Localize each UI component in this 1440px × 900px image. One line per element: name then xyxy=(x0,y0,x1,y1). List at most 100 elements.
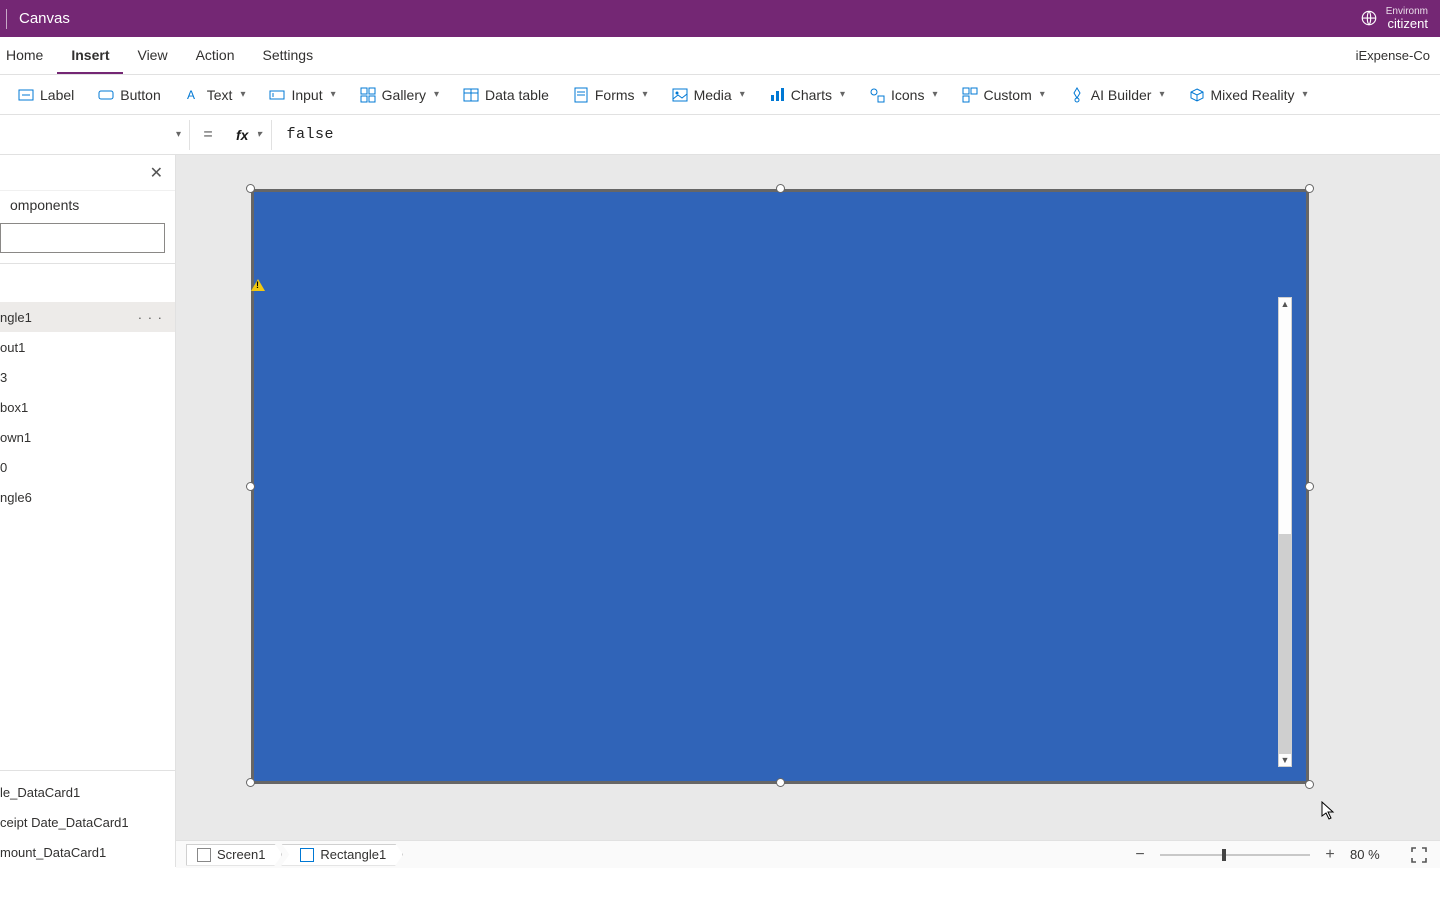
insert-button-text: Button xyxy=(120,87,160,103)
scroll-up-icon[interactable]: ▲ xyxy=(1279,298,1291,310)
insert-icons-text: Icons xyxy=(891,87,924,103)
insert-text-button[interactable]: A Text ▾ xyxy=(175,83,256,107)
aibuilder-icon xyxy=(1069,87,1085,103)
insert-forms-text: Forms xyxy=(595,87,635,103)
chevron-down-icon: ▾ xyxy=(1303,89,1308,100)
breadcrumb-control-label: Rectangle1 xyxy=(320,847,386,862)
tree-item[interactable]: own1 xyxy=(0,422,175,452)
tree-item-label: le_DataCard1 xyxy=(0,785,80,800)
zoom-percent: 80 % xyxy=(1350,847,1398,862)
scrollbar-thumb[interactable] xyxy=(1279,534,1291,754)
insert-aibuilder-text: AI Builder xyxy=(1091,87,1152,103)
insert-input-text: Input xyxy=(291,87,322,103)
insert-label-button[interactable]: Label xyxy=(8,83,84,107)
resize-handle-top-right[interactable] xyxy=(1305,184,1314,193)
insert-gallery-text: Gallery xyxy=(382,87,426,103)
insert-ribbon: Label Button A Text ▾ Input ▾ Gallery ▾ … xyxy=(0,75,1440,115)
insert-media-button[interactable]: Media ▾ xyxy=(662,83,755,107)
menu-action[interactable]: Action xyxy=(182,37,249,74)
zoom-in-button[interactable]: + xyxy=(1322,846,1338,864)
tree-item[interactable]: out1 xyxy=(0,332,175,362)
insert-mixedreality-text: Mixed Reality xyxy=(1211,87,1295,103)
tree-item[interactable]: 3 xyxy=(0,362,175,392)
icons-icon xyxy=(869,87,885,103)
svg-text:A: A xyxy=(187,88,195,102)
equals-sign: = xyxy=(198,126,218,144)
formula-input[interactable]: false xyxy=(280,126,1434,143)
menu-settings[interactable]: Settings xyxy=(249,37,328,74)
insert-mixedreality-button[interactable]: Mixed Reality ▾ xyxy=(1179,83,1318,107)
insert-datatable-button[interactable]: Data table xyxy=(453,83,559,107)
insert-text-text: Text xyxy=(207,87,233,103)
insert-forms-button[interactable]: Forms ▾ xyxy=(563,83,658,107)
chevron-down-icon: ▾ xyxy=(1159,89,1164,100)
button-icon xyxy=(98,87,114,103)
breadcrumb-control[interactable]: Rectangle1 xyxy=(281,844,403,866)
insert-custom-text: Custom xyxy=(984,87,1032,103)
menu-view[interactable]: View xyxy=(123,37,181,74)
zoom-slider-thumb[interactable] xyxy=(1222,849,1226,861)
rectangle-control[interactable] xyxy=(251,189,1309,784)
menu-insert[interactable]: Insert xyxy=(57,37,123,74)
zoom-slider[interactable] xyxy=(1160,854,1310,856)
resize-handle-bottom-left[interactable] xyxy=(246,778,255,787)
zoom-out-button[interactable]: − xyxy=(1132,846,1148,864)
title-bar: Canvas Environm citizent xyxy=(0,0,1440,37)
fx-button[interactable]: fx ▾ xyxy=(226,120,272,150)
insert-charts-text: Charts xyxy=(791,87,832,103)
breadcrumb: Screen1 Rectangle1 xyxy=(186,844,403,866)
resize-handle-mid-left[interactable] xyxy=(246,482,255,491)
fx-icon: fx xyxy=(236,127,248,143)
tree-item[interactable]: ceipt Date_DataCard1 xyxy=(0,807,175,837)
tree-item-label: ceipt Date_DataCard1 xyxy=(0,815,129,830)
insert-gallery-button[interactable]: Gallery ▾ xyxy=(350,83,449,107)
insert-charts-button[interactable]: Charts ▾ xyxy=(759,83,855,107)
tree-item[interactable]: ngle1 · · · xyxy=(0,302,175,332)
text-icon: A xyxy=(185,87,201,103)
insert-button-button[interactable]: Button xyxy=(88,83,170,107)
resize-handle-bottom-mid[interactable] xyxy=(776,778,785,787)
chevron-down-icon: ▾ xyxy=(256,129,261,140)
warning-icon[interactable] xyxy=(251,279,265,291)
status-bar: Screen1 Rectangle1 − + 80 % xyxy=(176,840,1440,868)
tree-item[interactable]: mount_DataCard1 xyxy=(0,837,175,867)
inner-scrollbar[interactable]: ▲ ▼ xyxy=(1278,297,1292,767)
media-icon xyxy=(672,87,688,103)
property-dropdown[interactable]: ▾ xyxy=(0,120,190,150)
insert-aibuilder-button[interactable]: AI Builder ▾ xyxy=(1059,83,1175,107)
fit-to-window-icon[interactable] xyxy=(1410,846,1428,864)
tree-item-label: ngle1 xyxy=(0,310,32,325)
environment-name: citizent xyxy=(1386,17,1428,31)
tree-item[interactable]: 0 xyxy=(0,452,175,482)
menu-home[interactable]: Home xyxy=(0,37,57,74)
tree-item[interactable]: ngle6 xyxy=(0,482,175,512)
breadcrumb-screen-label: Screen1 xyxy=(217,847,265,862)
more-icon[interactable]: · · · xyxy=(138,310,167,325)
chevron-down-icon: ▾ xyxy=(176,129,181,140)
environment-icon[interactable] xyxy=(1360,9,1378,27)
cursor-icon xyxy=(1321,801,1335,821)
resize-handle-bottom-right[interactable] xyxy=(1305,780,1314,789)
scroll-down-icon[interactable]: ▼ xyxy=(1279,754,1291,766)
chevron-down-icon: ▾ xyxy=(434,89,439,100)
input-icon xyxy=(269,87,285,103)
tree-search-input[interactable] xyxy=(0,223,165,253)
screen-icon xyxy=(197,848,211,862)
tree-item-label: box1 xyxy=(0,400,28,415)
resize-handle-top-mid[interactable] xyxy=(776,184,785,193)
label-icon xyxy=(18,87,34,103)
insert-icons-button[interactable]: Icons ▾ xyxy=(859,83,948,107)
design-canvas[interactable]: ▲ ▼ xyxy=(176,155,1440,867)
app-title: Canvas xyxy=(19,10,70,27)
insert-custom-button[interactable]: Custom ▾ xyxy=(952,83,1055,107)
resize-handle-top-left[interactable] xyxy=(246,184,255,193)
title-divider xyxy=(6,9,7,29)
components-tab[interactable]: omponents xyxy=(0,191,175,223)
resize-handle-mid-right[interactable] xyxy=(1305,482,1314,491)
insert-input-button[interactable]: Input ▾ xyxy=(259,83,345,107)
chevron-down-icon: ▾ xyxy=(643,89,648,100)
breadcrumb-screen[interactable]: Screen1 xyxy=(186,844,282,866)
tree-item[interactable]: box1 xyxy=(0,392,175,422)
close-icon[interactable]: ✕ xyxy=(146,159,167,187)
tree-item[interactable]: le_DataCard1 xyxy=(0,777,175,807)
